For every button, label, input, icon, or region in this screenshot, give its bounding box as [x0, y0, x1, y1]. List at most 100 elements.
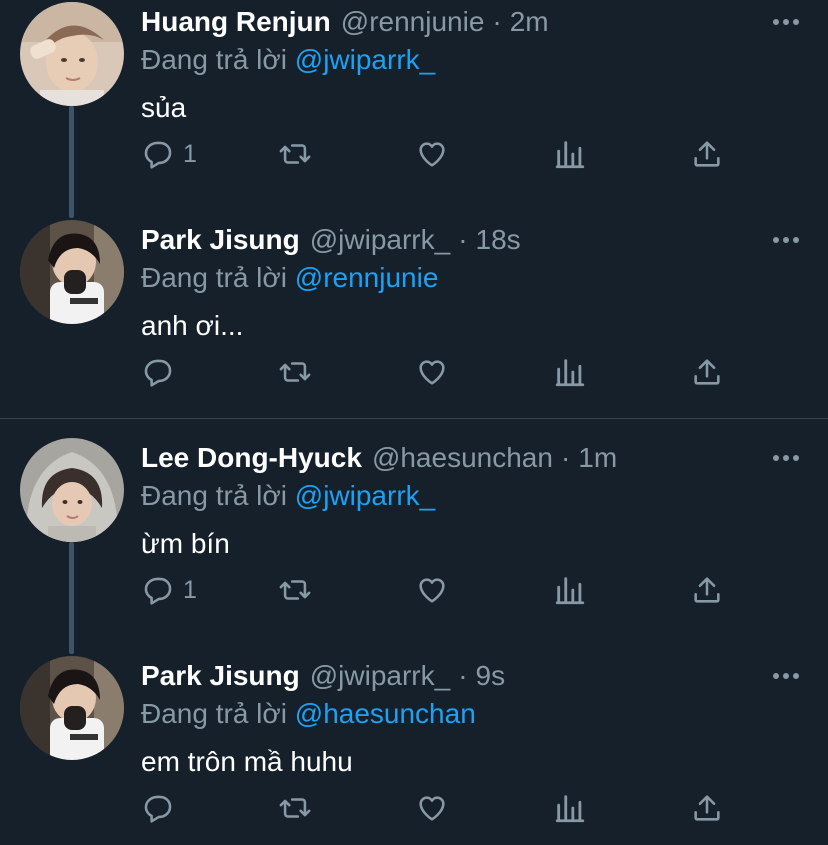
retweet-icon [279, 798, 311, 818]
tweet-actions: 1 [0, 572, 828, 608]
tweet-header: Park Jisung @jwiparrk_ · 18s [141, 222, 521, 258]
share-button[interactable] [690, 354, 724, 390]
retweet-button[interactable] [278, 572, 312, 608]
tweet-header: Park Jisung @jwiparrk_ · 9s [141, 658, 505, 694]
tweet-actions [0, 790, 828, 826]
avatar-jisung [20, 220, 124, 324]
more-options-button[interactable] [770, 12, 802, 32]
reply-thread-feed: Huang Renjun @rennjunie · 2m Đang trả lờ… [0, 0, 828, 845]
timestamp[interactable]: 1m [578, 440, 617, 476]
mention-link[interactable]: @rennjunie [295, 262, 439, 293]
analytics-button[interactable] [553, 790, 587, 826]
avatar[interactable] [20, 220, 124, 324]
more-options-button[interactable] [770, 448, 802, 468]
tweet[interactable]: Lee Dong-Hyuck @haesunchan · 1m Đang trả… [0, 438, 828, 628]
analytics-button[interactable] [553, 136, 587, 172]
tweet-text: em trôn mầ huhu [141, 746, 353, 777]
timestamp[interactable]: 9s [476, 658, 506, 694]
share-button[interactable] [690, 136, 724, 172]
analytics-icon [555, 795, 585, 823]
like-button[interactable] [415, 136, 449, 172]
display-name[interactable]: Lee Dong-Hyuck [141, 440, 362, 476]
share-icon [694, 795, 720, 821]
mention-link[interactable]: @jwiparrk_ [295, 480, 435, 511]
share-button[interactable] [690, 572, 724, 608]
display-name[interactable]: Park Jisung [141, 222, 300, 258]
reply-button[interactable] [141, 790, 183, 826]
avatar-jisung [20, 656, 124, 760]
analytics-icon [555, 577, 585, 605]
retweet-button[interactable] [278, 354, 312, 390]
retweet-icon [279, 580, 311, 600]
retweet-icon [279, 362, 311, 382]
heart-icon [419, 578, 445, 603]
retweet-button[interactable] [278, 136, 312, 172]
user-handle[interactable]: @rennjunie [341, 4, 485, 40]
more-options-button[interactable] [770, 666, 802, 686]
more-icon [773, 237, 799, 243]
replying-to-label: Đang trả lời [141, 480, 287, 511]
thread-divider [0, 418, 828, 419]
heart-icon [419, 796, 445, 821]
tweet-text: sủa [141, 92, 187, 123]
tweet[interactable]: Park Jisung @jwiparrk_ · 18s Đang trả lờ… [0, 220, 828, 410]
tweet-actions: 1 [0, 136, 828, 172]
replying-to-label: Đang trả lời [141, 262, 287, 293]
mention-link[interactable]: @jwiparrk_ [295, 44, 435, 75]
user-handle[interactable]: @jwiparrk_ [310, 658, 450, 694]
display-name[interactable]: Huang Renjun [141, 4, 331, 40]
user-handle[interactable]: @haesunchan [372, 440, 553, 476]
reply-count: 1 [183, 576, 197, 604]
like-button[interactable] [415, 572, 449, 608]
avatar-renjun [20, 2, 124, 106]
tweet[interactable]: Park Jisung @jwiparrk_ · 9s Đang trả lời… [0, 656, 828, 845]
mention-link[interactable]: @haesunchan [295, 698, 476, 729]
separator-dot: · [458, 224, 468, 255]
replying-to: Đang trả lời @jwiparrk_ [141, 42, 435, 78]
more-icon [773, 673, 799, 679]
tweet-text: anh ơi... [141, 310, 244, 341]
reply-button[interactable]: 1 [141, 572, 197, 608]
more-icon [773, 455, 799, 461]
share-icon [694, 359, 720, 385]
user-handle[interactable]: @jwiparrk_ [310, 222, 450, 258]
reply-icon [144, 359, 172, 387]
avatar[interactable] [20, 2, 124, 106]
reply-count: 1 [183, 140, 197, 168]
retweet-icon [279, 144, 311, 164]
analytics-button[interactable] [553, 572, 587, 608]
display-name[interactable]: Park Jisung [141, 658, 300, 694]
replying-to: Đang trả lời @jwiparrk_ [141, 478, 435, 514]
replying-to-label: Đang trả lời [141, 44, 287, 75]
tweet[interactable]: Huang Renjun @rennjunie · 2m Đang trả lờ… [0, 2, 828, 192]
reply-button[interactable]: 1 [141, 136, 197, 172]
like-button[interactable] [415, 354, 449, 390]
analytics-icon [555, 359, 585, 387]
avatar[interactable] [20, 438, 124, 542]
replying-to: Đang trả lời @haesunchan [141, 696, 476, 732]
share-button[interactable] [690, 790, 724, 826]
analytics-button[interactable] [553, 354, 587, 390]
tweet-text: ừm bín [141, 528, 230, 559]
separator-dot: · [560, 442, 571, 473]
timestamp[interactable]: 2m [510, 4, 549, 40]
heart-icon [419, 360, 445, 385]
avatar[interactable] [20, 656, 124, 760]
avatar-donghyuck [20, 438, 124, 542]
share-icon [694, 141, 720, 167]
share-icon [694, 577, 720, 603]
separator-dot: · [492, 6, 502, 37]
like-button[interactable] [415, 790, 449, 826]
heart-icon [419, 142, 445, 167]
retweet-button[interactable] [278, 790, 312, 826]
reply-icon [144, 577, 172, 605]
reply-icon [144, 795, 172, 823]
more-options-button[interactable] [770, 230, 802, 250]
timestamp[interactable]: 18s [476, 222, 521, 258]
separator-dot: · [458, 660, 468, 691]
replying-to-label: Đang trả lời [141, 698, 287, 729]
replying-to: Đang trả lời @rennjunie [141, 260, 438, 296]
tweet-header: Lee Dong-Hyuck @haesunchan · 1m [141, 440, 617, 476]
reply-icon [144, 141, 172, 169]
reply-button[interactable] [141, 354, 183, 390]
